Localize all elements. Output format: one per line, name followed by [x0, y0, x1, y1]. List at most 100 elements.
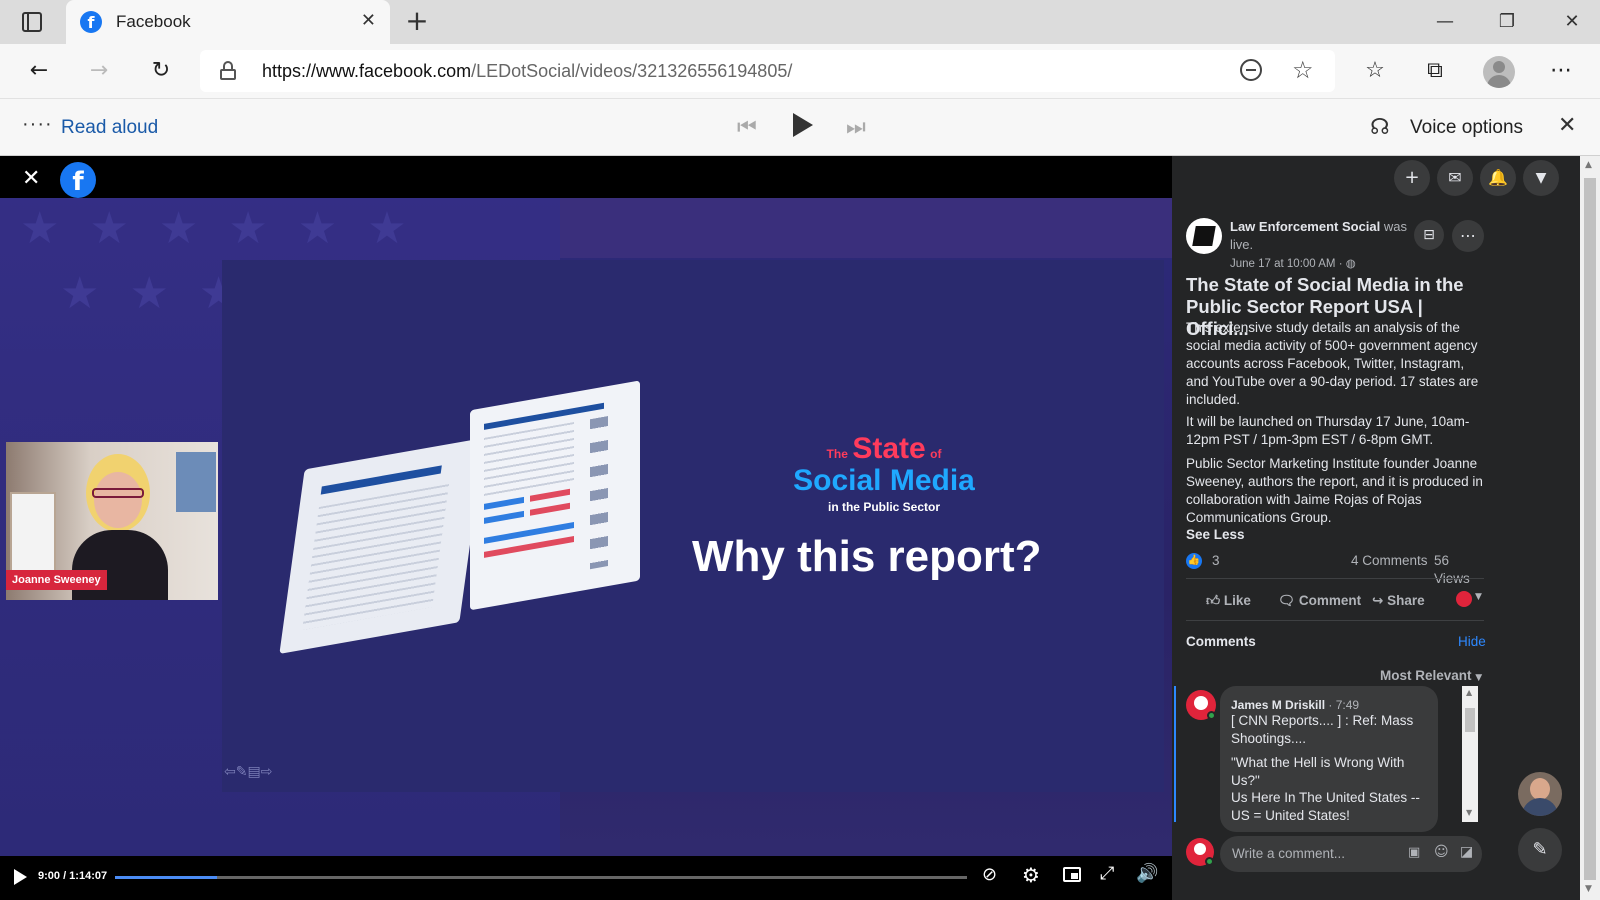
comment-author[interactable]: James M Driskill [1231, 698, 1325, 712]
reaction-dropdown-icon[interactable]: ▼ [1475, 592, 1482, 602]
new-tab-icon[interactable]: + [402, 6, 432, 36]
notifications-bell-icon[interactable]: 🔔 [1480, 160, 1516, 196]
like-reaction-icon[interactable]: 👍 [1186, 553, 1202, 569]
gif-icon[interactable]: ▣ [1408, 845, 1420, 860]
write-comment-placeholder: Write a comment... [1232, 846, 1346, 861]
post-panel: + ✉ 🔔 ▼ Law Enforcement Social was live.… [1172, 156, 1580, 900]
globe-icon: ◍ [1345, 256, 1356, 270]
comment-line-2: "What the Hell is Wrong With Us?" [1231, 755, 1405, 788]
tab-title: Facebook [116, 12, 191, 31]
divider [1186, 620, 1484, 621]
see-less-link[interactable]: See Less [1186, 526, 1245, 544]
comment-line-3: Us Here In The United States -- US = Uni… [1231, 790, 1420, 823]
facebook-logo-icon[interactable]: f [60, 162, 96, 198]
collections-icon[interactable]: ⧉ [1420, 56, 1450, 86]
play-icon[interactable] [793, 113, 813, 137]
brand-subtitle: in the Public Sector [827, 500, 941, 514]
zoom-out-icon[interactable] [1240, 59, 1262, 81]
comment-bubble: James M Driskill · 7:49 [ CNN Reports...… [1220, 686, 1438, 832]
video-frame[interactable]: ★★★★★★ ★★★★ The State of Social Media in… [0, 198, 1172, 858]
url-text[interactable]: https://www.facebook.com/LEDotSocial/vid… [262, 61, 792, 82]
comment-time[interactable]: 7:49 [1336, 698, 1359, 712]
facebook-favicon-icon: f [80, 11, 102, 33]
post-description-2: It will be launched on Thursday 17 June,… [1186, 414, 1470, 447]
picture-in-picture-icon[interactable] [1063, 867, 1081, 882]
thumbs-up-icon: 👍︎ [1206, 593, 1221, 609]
read-aloud-menu-icon[interactable]: ···· [22, 113, 53, 136]
account-dropdown-icon[interactable]: ▼ [1523, 160, 1559, 196]
comment-label: Comment [1298, 593, 1362, 608]
reaction-selector-icon[interactable] [1456, 591, 1472, 607]
forward-icon[interactable]: → [84, 56, 114, 86]
read-aloud-bar: ···· Read aloud ⏮ ⏭ ☊ Voice options ✕ [0, 98, 1600, 156]
my-avatar[interactable] [1186, 838, 1214, 866]
close-read-aloud-icon[interactable]: ✕ [1558, 113, 1576, 138]
comment-sort-dropdown[interactable]: Most Relevant ▼ [1380, 667, 1482, 687]
captions-icon[interactable]: ⊘ [982, 864, 997, 885]
slide-heading: Why this report? [692, 532, 1042, 581]
comment-button[interactable]: 🗨︎ Comment [1278, 592, 1361, 610]
comment-bubble-icon: 🗨︎ [1278, 593, 1296, 609]
video-viewer: ✕ f ★★★★★★ ★★★★ The State of Social Medi… [0, 156, 1172, 900]
back-icon[interactable]: ← [24, 56, 54, 86]
flag-stripes [560, 198, 1172, 258]
profile-avatar[interactable] [1483, 56, 1515, 88]
voice-options-icon[interactable]: ☊ [1370, 115, 1390, 140]
contact-chat-head[interactable] [1518, 772, 1562, 816]
page-avatar[interactable] [1186, 218, 1222, 254]
create-plus-icon[interactable]: + [1394, 160, 1430, 196]
speaker-name-tag: Joanne Sweeney [6, 570, 107, 590]
post-date[interactable]: June 17 at 10:00 AM · ◍ [1230, 256, 1356, 270]
brand-state: State [852, 432, 926, 465]
restore-icon[interactable]: ❐ [1487, 8, 1527, 36]
navigation-bar: ← → ↻ https://www.facebook.com/LEDotSoci… [0, 44, 1600, 98]
post-author[interactable]: Law Enforcement Social [1230, 219, 1380, 234]
hide-comments-link[interactable]: Hide [1458, 633, 1486, 651]
comment-scrollbar[interactable]: ▲ ▼ [1462, 686, 1478, 822]
slide-brand-logo: The State of Social Media in the Public … [784, 432, 984, 514]
previous-paragraph-icon[interactable]: ⏮ [737, 115, 757, 140]
minimize-icon[interactable]: — [1425, 8, 1465, 36]
like-button[interactable]: 👍︎ Like [1206, 592, 1251, 610]
messenger-icon[interactable]: ✉ [1437, 160, 1473, 196]
window-close-icon[interactable]: ✕ [1552, 8, 1592, 36]
add-favorite-icon[interactable]: ☆ [1292, 56, 1314, 84]
fullscreen-icon[interactable]: ⤢ [1100, 863, 1114, 884]
video-progress-fill [115, 876, 218, 879]
sticker-icon[interactable]: ◪ [1460, 844, 1473, 860]
new-message-icon[interactable]: ✎ [1518, 828, 1562, 872]
volume-icon[interactable]: 🔊 [1136, 863, 1158, 884]
refresh-icon[interactable]: ↻ [146, 56, 176, 86]
comment-line-1: [ CNN Reports.... ] : Ref: Mass Shooting… [1231, 713, 1414, 746]
slide-nav-icons[interactable]: ⇦✎▤⇨ [224, 764, 272, 780]
voice-options-button[interactable]: Voice options [1410, 117, 1523, 139]
settings-more-icon[interactable]: ⋯ [1546, 56, 1576, 86]
favorites-icon[interactable]: ☆ [1360, 56, 1390, 86]
video-play-icon[interactable] [14, 869, 27, 885]
sort-chevron-icon: ▼ [1475, 673, 1483, 683]
commenter-avatar[interactable] [1186, 690, 1216, 720]
tab-close-icon[interactable]: ✕ [361, 10, 376, 31]
lock-icon[interactable] [220, 61, 236, 80]
comments-count[interactable]: 4 Comments [1351, 552, 1428, 570]
post-more-icon[interactable]: ⋯ [1452, 220, 1484, 252]
comment-separator: · [1328, 698, 1333, 712]
video-controls: 9:00 / 1:14:07 ⊘ ⚙ ⤢ 🔊 [0, 856, 1172, 900]
share-arrow-icon: ↪ [1372, 593, 1384, 609]
address-bar[interactable]: https://www.facebook.com/LEDotSocial/vid… [200, 50, 1335, 92]
reaction-count[interactable]: 3 [1212, 552, 1220, 570]
page-scrollbar[interactable]: ▲ ▼ [1580, 156, 1600, 900]
comment-list: James M Driskill · 7:49 [ CNN Reports...… [1172, 686, 1480, 832]
brand-social-media: Social Media [793, 464, 975, 497]
close-viewer-icon[interactable]: ✕ [22, 166, 40, 191]
emoji-icon[interactable]: ☺ [1434, 844, 1449, 860]
write-comment-box[interactable]: Write a comment... ▣ ☺ ◪ [1220, 836, 1482, 872]
next-paragraph-icon[interactable]: ⏭ [846, 115, 866, 140]
share-label: Share [1387, 593, 1425, 608]
video-progress-track[interactable] [115, 876, 967, 879]
save-post-icon[interactable]: ⊟ [1414, 220, 1444, 250]
tab-actions-icon[interactable] [22, 12, 42, 32]
tab-facebook[interactable]: f Facebook ✕ [66, 0, 390, 44]
share-button[interactable]: ↪ Share [1372, 592, 1425, 610]
settings-gear-icon[interactable]: ⚙ [1022, 863, 1040, 887]
